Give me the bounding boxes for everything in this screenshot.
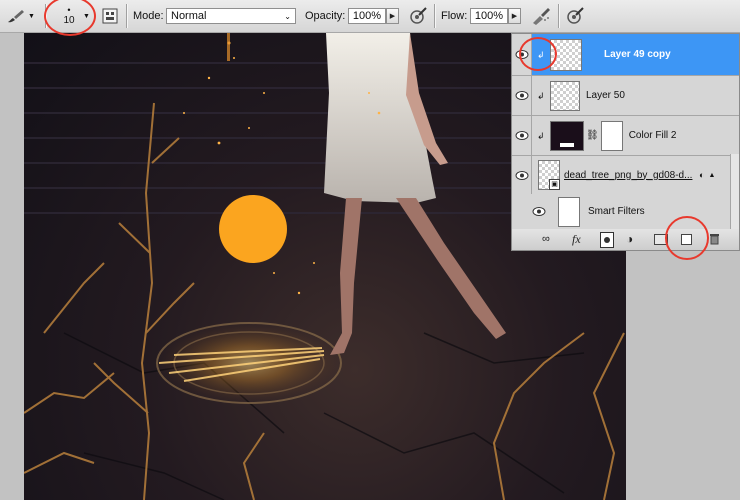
eye-icon [532,207,546,216]
link-layers-icon[interactable]: ∞ [542,232,550,246]
arrow-right-icon: ▶ [389,13,396,20]
trash-shape [710,234,719,245]
opacity-label-text: Opacity: [305,10,346,22]
chevron-down-icon: ⌄ [284,11,291,21]
brush-panel-icon [102,8,118,24]
separator [126,4,127,28]
brush-icon [8,10,24,23]
layer-name: Smart Filters [588,206,645,217]
opacity-control[interactable]: 100% ▶ [348,0,399,32]
eye-icon [515,170,528,180]
flow-control[interactable]: 100% ▶ [470,0,521,32]
flow-input[interactable]: 100% [470,8,508,24]
smart-filters-badge-icon: ◐ [699,170,705,180]
pressure-size-button[interactable] [565,0,585,32]
fill-thumbnail [550,120,584,151]
pressure-opacity-button[interactable] [408,0,428,32]
clip-indicator: ↲ [532,130,550,142]
adjustment-layer-icon[interactable]: ◑ [626,232,633,246]
options-bar: ▼ • 10 ▼ Mode: Normal ⌄ Opacity: 100% ▶ … [0,0,740,33]
visibility-toggle[interactable] [512,194,552,229]
orange-dot [219,195,287,263]
highlight-circle-layer-thumb [519,37,557,71]
pressure-size-icon [567,7,584,24]
airbrush-button[interactable] [530,0,552,32]
flow-slider-button[interactable]: ▶ [508,8,521,24]
layer-row-layer-50[interactable]: ↲ Layer 50 [512,76,739,116]
visibility-toggle[interactable] [512,156,532,194]
clip-arrow-icon: ↲ [537,130,545,141]
eye-icon [515,131,528,140]
layer-mask-icon[interactable] [600,232,614,248]
separator [434,4,435,28]
mask-thumbnail [600,120,623,151]
separator [558,4,559,28]
layer-row-smart-filters[interactable]: Smart Filters [512,194,739,229]
tool-preset-dropdown-icon[interactable]: ▼ [28,13,35,20]
highlight-circle-new-layer [665,216,709,260]
mode-select[interactable]: Normal ⌄ [166,0,296,32]
link-chain-icon: ⛓ [586,130,599,141]
toggle-brush-panel-button[interactable] [102,0,118,32]
mode-label-text: Mode: [133,10,164,22]
fill-adjust-icon [560,142,574,147]
arrow-right-icon: ▶ [511,13,518,20]
fx-icon[interactable]: fx [572,232,581,246]
layer-name: Layer 50 [586,90,625,101]
layer-row-dead-tree[interactable]: ▣ dead_tree_png_by_gd08-d... ◐ ▲ [512,156,739,194]
visibility-toggle[interactable] [512,116,532,155]
visibility-toggle[interactable] [512,76,532,115]
smart-object-badge-icon: ▣ [549,179,560,190]
eye-icon [515,91,528,100]
opacity-input[interactable]: 100% [348,8,386,24]
layer-row-color-fill-2[interactable]: ↲ ⛓ Color Fill 2 [512,116,739,156]
panel-scrollbar[interactable] [730,154,739,229]
filter-mask-thumbnail [558,196,580,227]
mode-select-field[interactable]: Normal ⌄ [166,8,296,24]
flow-label: Flow: [441,0,467,32]
pressure-pen-icon [410,7,427,24]
brush-tool-preset[interactable]: ▼ [6,0,35,32]
expand-arrow-icon[interactable]: ▲ [708,172,715,179]
mode-value: Normal [171,10,207,22]
smart-object-thumbnail: ▣ [538,160,560,190]
layer-name: dead_tree_png_by_gd08-d... [564,169,693,181]
flow-value: 100% [474,10,503,22]
layer-thumbnail [550,80,580,111]
opacity-label: Opacity: [305,0,345,32]
layer-name: Layer 49 copy [604,49,671,60]
trash-icon[interactable] [709,232,720,246]
airbrush-icon [533,8,550,25]
flow-label-text: Flow: [441,10,468,22]
opacity-slider-button[interactable]: ▶ [386,8,399,24]
opacity-value: 100% [352,10,381,22]
clip-arrow-icon: ↲ [537,90,545,101]
mode-label: Mode: [133,0,164,32]
clip-indicator: ↲ [532,90,550,102]
mask-dot [604,237,610,243]
layer-name: Color Fill 2 [628,130,677,141]
